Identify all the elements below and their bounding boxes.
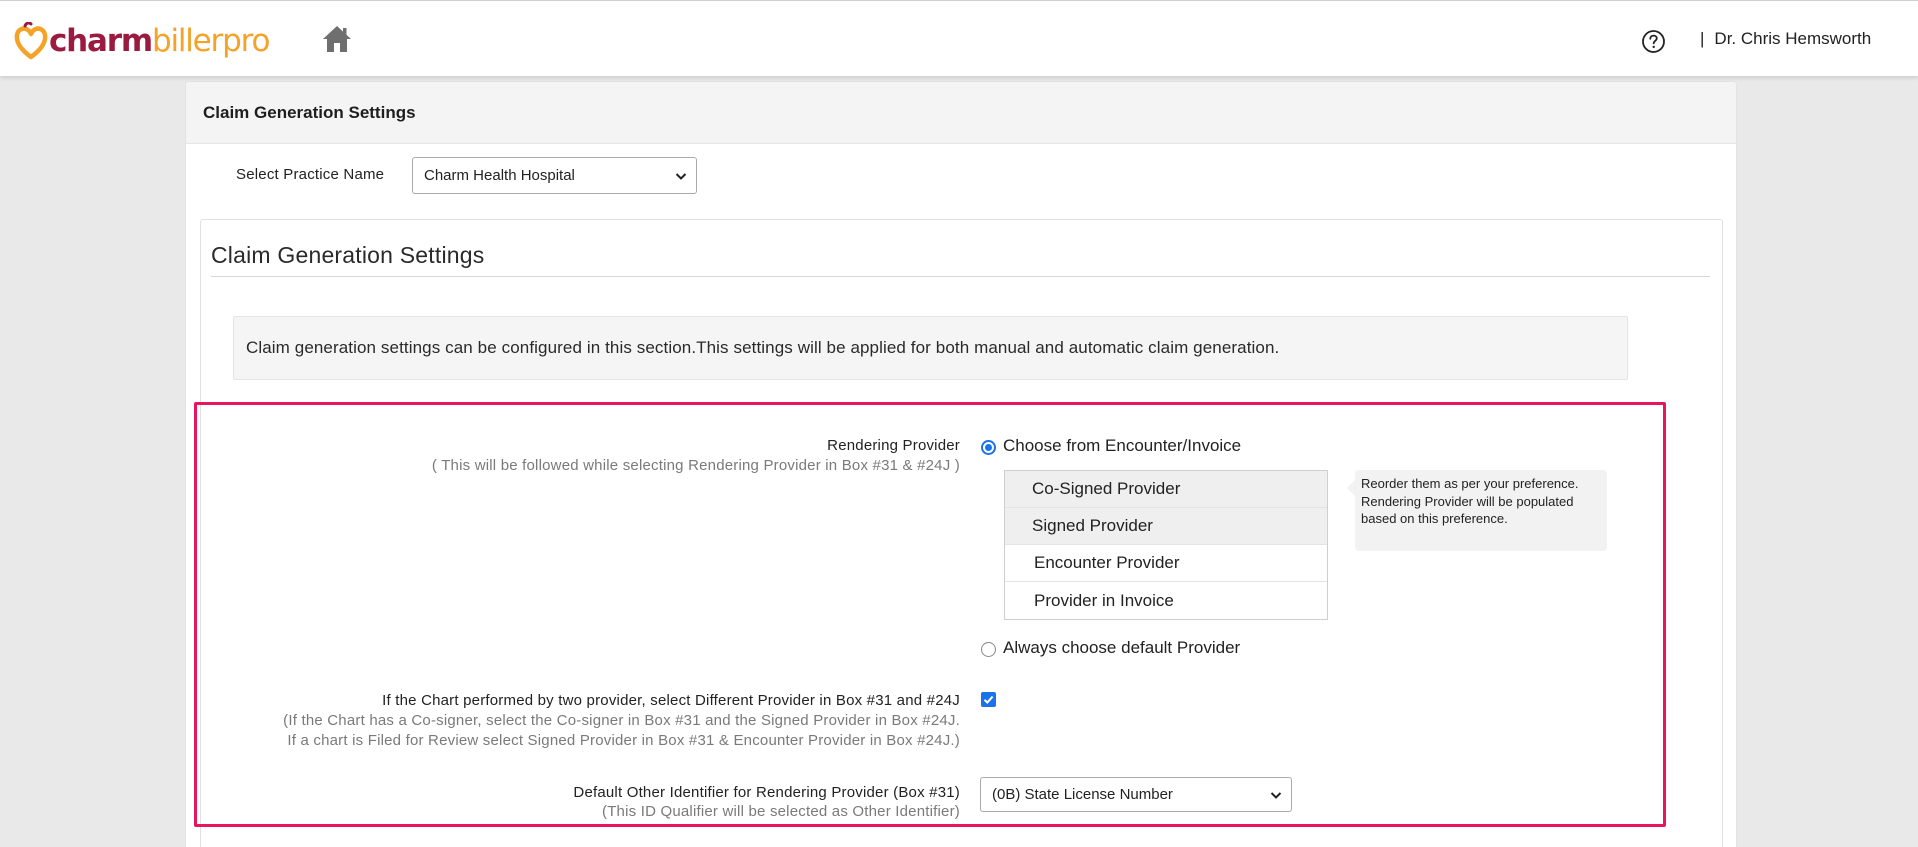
order-item-signed[interactable]: Signed Provider xyxy=(1005,508,1327,545)
other-identifier-value: (0B) State License Number xyxy=(992,786,1173,803)
user-name[interactable]: Dr. Chris Hemsworth xyxy=(1714,29,1871,48)
two-provider-sublabel-2: If a chart is Filed for Review select Si… xyxy=(287,732,960,749)
radio-default-provider[interactable] xyxy=(981,642,996,657)
radio-choose-encounter-label[interactable]: Choose from Encounter/Invoice xyxy=(1003,436,1241,456)
two-provider-label: If the Chart performed by two provider, … xyxy=(382,692,960,709)
panel-title: Claim Generation Settings xyxy=(203,102,416,122)
info-message: Claim generation settings can be configu… xyxy=(233,316,1628,380)
two-provider-checkbox[interactable] xyxy=(981,692,996,707)
order-item-co-signed[interactable]: Co-Signed Provider xyxy=(1005,471,1327,508)
panel-header: Claim Generation Settings xyxy=(186,82,1736,144)
rendering-provider-label: Rendering Provider xyxy=(827,437,960,454)
practice-name-select[interactable]: Charm Health Hospital xyxy=(412,157,697,194)
help-icon[interactable] xyxy=(1641,29,1666,54)
other-identifier-select[interactable]: (0B) State License Number xyxy=(980,777,1292,812)
section-divider xyxy=(211,276,1710,277)
info-text: Claim generation settings can be configu… xyxy=(246,338,1280,357)
order-item-invoice[interactable]: Provider in Invoice xyxy=(1005,582,1327,619)
other-identifier-sublabel: (This ID Qualifier will be selected as O… xyxy=(602,803,960,820)
provider-order-list[interactable]: Co-Signed Provider Signed Provider Encou… xyxy=(1004,470,1328,620)
rendering-provider-sublabel: ( This will be followed while selecting … xyxy=(431,457,960,474)
top-navbar: charmbillerpro | Dr. Chris Hemsworth xyxy=(0,0,1918,76)
user-menu[interactable]: | Dr. Chris Hemsworth xyxy=(1700,29,1871,49)
chevron-down-icon xyxy=(1270,792,1282,799)
check-icon xyxy=(983,695,994,704)
radio-choose-encounter[interactable] xyxy=(981,440,996,455)
logo-text: charmbillerpro xyxy=(49,22,270,59)
other-identifier-label: Default Other Identifier for Rendering P… xyxy=(573,784,960,801)
practice-name-label: Select Practice Name xyxy=(236,166,385,183)
user-separator: | xyxy=(1700,29,1705,48)
heart-logo-icon xyxy=(14,22,48,60)
charmbillerpro-logo[interactable]: charmbillerpro xyxy=(14,21,270,61)
section-title: Claim Generation Settings xyxy=(211,242,485,268)
home-icon[interactable] xyxy=(321,23,353,55)
two-provider-sublabel-1: (If the Chart has a Co-signer, select th… xyxy=(283,712,960,729)
chevron-down-icon xyxy=(675,173,687,180)
practice-name-value: Charm Health Hospital xyxy=(424,167,575,184)
order-item-encounter[interactable]: Encounter Provider xyxy=(1005,545,1327,582)
reorder-tooltip: Reorder them as per your preference. Ren… xyxy=(1347,470,1607,551)
radio-default-provider-label[interactable]: Always choose default Provider xyxy=(1003,638,1240,658)
